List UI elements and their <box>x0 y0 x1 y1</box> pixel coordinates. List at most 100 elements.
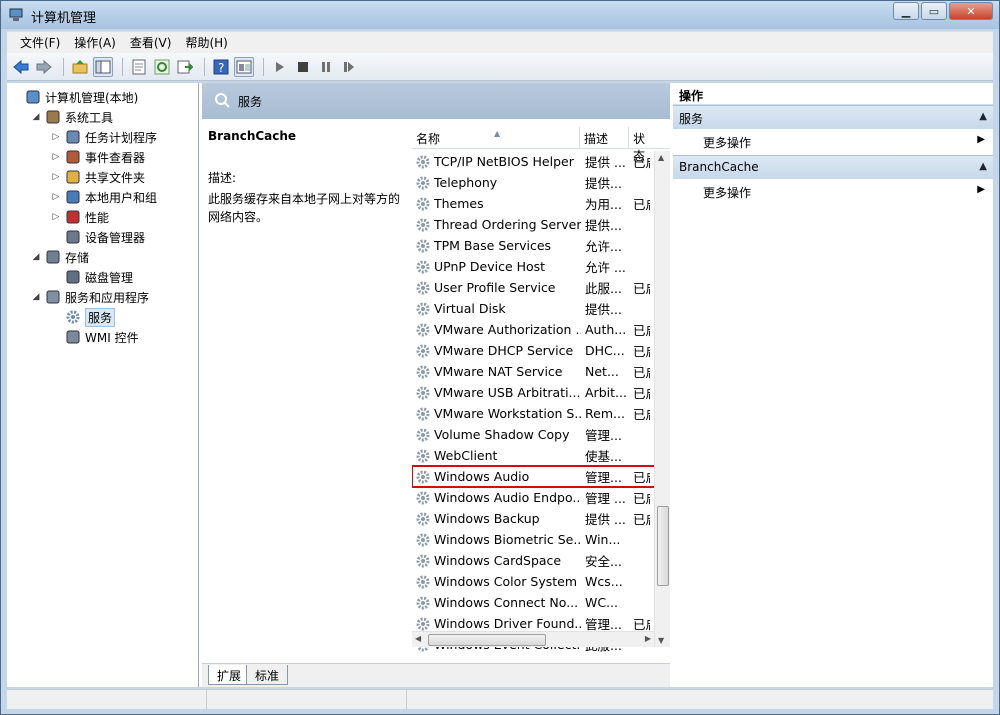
menu-help[interactable]: 帮助(H) <box>178 32 234 53</box>
collapse-up-icon[interactable]: ▲ <box>979 161 987 172</box>
tree-item[interactable]: ▷ 事件查看器 <box>51 147 145 167</box>
vertical-scroll-thumb[interactable] <box>657 506 669 586</box>
scroll-right-icon[interactable]: ▶ <box>645 634 651 643</box>
tab-standard[interactable]: 标准 <box>246 665 289 685</box>
table-row[interactable]: Themes 为用... 已启 <box>412 193 660 214</box>
vertical-scrollbar[interactable]: ▲ ▼ <box>654 151 670 647</box>
table-row[interactable]: WebClient 使基... <box>412 445 660 466</box>
performance-icon <box>65 209 81 225</box>
table-row[interactable]: Windows CardSpace 安全... <box>412 550 660 571</box>
service-gear-icon <box>415 553 431 569</box>
table-row[interactable]: Telephony 提供... <box>412 172 660 193</box>
service-gear-icon <box>415 259 431 275</box>
scroll-left-icon[interactable]: ◀ <box>415 634 421 643</box>
table-row[interactable]: Volume Shadow Copy 管理... <box>412 424 660 445</box>
restart-icon[interactable] <box>339 57 359 77</box>
table-row[interactable]: Virtual Disk 提供... <box>412 298 660 319</box>
pause-icon[interactable] <box>316 57 336 77</box>
service-name: Themes <box>434 196 484 211</box>
tree-item[interactable]: 服务 <box>51 307 116 327</box>
expand-icon[interactable]: ▷ <box>51 172 61 182</box>
scroll-down-icon[interactable]: ▼ <box>658 636 664 645</box>
actions-section-branchcache[interactable]: BranchCache ▲ <box>673 155 993 179</box>
tree-item-label: 存储 <box>65 250 90 265</box>
tree-item[interactable]: ◢ 存储 <box>31 247 89 267</box>
expand-icon[interactable]: ▷ <box>51 192 61 202</box>
tree-item[interactable]: ▷ 本地用户和组 <box>51 187 157 207</box>
collapse-icon[interactable]: ◢ <box>31 112 41 122</box>
table-row[interactable]: VMware Workstation S... Rem... 已启 <box>412 403 660 424</box>
forward-icon[interactable] <box>34 57 54 77</box>
table-row[interactable]: VMware DHCP Service DHC... 已启 <box>412 340 660 361</box>
column-header-status[interactable]: 状态 <box>629 127 659 163</box>
table-row[interactable]: VMware Authorization ... Auth... 已启 <box>412 319 660 340</box>
table-row[interactable]: Windows Connect No... WC... <box>412 592 660 613</box>
service-name: Windows Audio <box>434 469 530 484</box>
actions-section-services[interactable]: 服务 ▲ <box>673 105 993 129</box>
menu-action[interactable]: 操作(A) <box>67 32 123 53</box>
horizontal-scrollbar[interactable]: ◀ ▶ <box>412 631 654 647</box>
tree-item[interactable]: ▷ 任务计划程序 <box>51 127 157 147</box>
collapse-icon[interactable]: ◢ <box>31 252 41 262</box>
export-icon[interactable] <box>175 57 195 77</box>
tree-item[interactable]: WMI 控件 <box>51 327 139 347</box>
service-gear-icon <box>415 196 431 212</box>
tree-item[interactable]: ◢ 服务和应用程序 <box>31 287 149 307</box>
description-panel: BranchCache 描述: 此服务缓存来自本地子网上对等方的网络内容。 <box>202 119 412 659</box>
scroll-up-icon[interactable]: ▲ <box>658 153 664 162</box>
service-gear-icon <box>415 364 431 380</box>
up-folder-icon[interactable] <box>70 57 90 77</box>
tree-item[interactable]: ▷ 性能 <box>51 207 109 227</box>
expand-icon[interactable]: ▷ <box>51 212 61 222</box>
close-button[interactable]: ✕ <box>949 2 993 20</box>
console-icon[interactable] <box>234 56 254 77</box>
menu-view[interactable]: 查看(V) <box>123 32 179 53</box>
minimize-button[interactable]: ▁ <box>893 2 919 20</box>
computer-management-window: 计算机管理 ▁ ▭ ✕ 文件(F) 操作(A) 查看(V) 帮助(H) ? 计算… <box>0 0 1000 715</box>
tree-item[interactable]: 计算机管理(本地) <box>11 87 138 107</box>
menu-file[interactable]: 文件(F) <box>13 32 67 53</box>
horizontal-scroll-thumb[interactable] <box>428 634 546 646</box>
table-row[interactable]: Windows Biometric Se... Win... <box>412 529 660 550</box>
expand-icon[interactable]: ▷ <box>51 152 61 162</box>
column-header-description[interactable]: 描述 <box>580 127 629 148</box>
table-row[interactable]: Windows Audio Endpo... 管理 ... 已启 <box>412 487 660 508</box>
toolbar-separator <box>63 57 64 76</box>
expand-icon[interactable]: ▷ <box>51 132 61 142</box>
tree-item[interactable]: 磁盘管理 <box>51 267 133 287</box>
table-row[interactable]: VMware USB Arbitrati... Arbit... 已启 <box>412 382 660 403</box>
table-row[interactable]: Thread Ordering Server 提供... <box>412 214 660 235</box>
table-row[interactable]: VMware NAT Service Net... 已启 <box>412 361 660 382</box>
tree-item[interactable]: ◢ 系统工具 <box>31 107 113 127</box>
service-description: 允许... <box>585 239 622 254</box>
refresh-icon[interactable] <box>152 57 172 77</box>
tree-item[interactable]: 设备管理器 <box>51 227 145 247</box>
back-icon[interactable] <box>11 57 31 77</box>
stop-icon[interactable] <box>293 57 313 77</box>
service-name: VMware Workstation S... <box>434 406 581 421</box>
services-pane: 服务 BranchCache 描述: 此服务缓存来自本地子网上对等方的网络内容。… <box>202 83 670 687</box>
table-row[interactable]: Windows Backup 提供 ... 已启 <box>412 508 660 529</box>
table-row[interactable]: TPM Base Services 允许... <box>412 235 660 256</box>
tab-extended[interactable]: 扩展 <box>208 665 251 685</box>
service-name: Windows Driver Found... <box>434 616 581 631</box>
tree-item-label: 设备管理器 <box>85 230 146 245</box>
service-status: 已启 <box>633 365 650 380</box>
more-actions-branchcache[interactable]: 更多操作 ▶ <box>673 179 993 205</box>
collapse-up-icon[interactable]: ▲ <box>979 111 987 122</box>
maximize-button[interactable]: ▭ <box>921 2 947 20</box>
table-row-highlighted[interactable]: Windows Audio 管理... 已启 <box>412 465 661 488</box>
table-row[interactable]: User Profile Service 此服... 已启 <box>412 277 660 298</box>
table-row[interactable]: UPnP Device Host 允许 ... <box>412 256 660 277</box>
properties-icon[interactable] <box>129 57 149 77</box>
collapse-icon[interactable]: ◢ <box>31 292 41 302</box>
play-icon[interactable] <box>270 57 290 77</box>
show-tree-icon[interactable] <box>93 56 113 77</box>
title-bar: 计算机管理 ▁ ▭ ✕ <box>1 1 999 29</box>
table-row[interactable]: TCP/IP NetBIOS Helper 提供 ... 已启 <box>412 151 660 172</box>
help-icon[interactable]: ? <box>211 57 231 77</box>
table-row[interactable]: Windows Color System Wcs... <box>412 571 660 592</box>
status-cell <box>207 690 407 709</box>
more-actions-services[interactable]: 更多操作 ▶ <box>673 129 993 155</box>
tree-item[interactable]: ▷ 共享文件夹 <box>51 167 145 187</box>
